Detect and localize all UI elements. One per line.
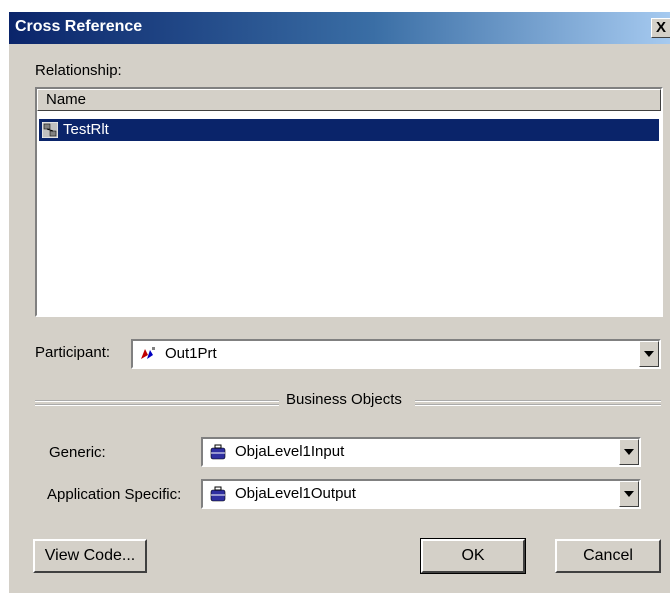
generic-label: Generic: <box>49 444 106 461</box>
business-object-icon <box>210 444 226 460</box>
application-specific-combo[interactable]: ObjaLevel1Output <box>201 479 641 509</box>
view-code-button[interactable]: View Code... <box>33 539 147 573</box>
title-bar[interactable]: Cross Reference X <box>9 12 670 44</box>
chevron-down-icon <box>624 491 634 497</box>
application-specific-label: Application Specific: <box>47 486 182 503</box>
relationship-label: Relationship: <box>35 62 122 79</box>
close-button[interactable]: X <box>651 18 670 38</box>
generic-value: ObjaLevel1Input <box>235 443 345 460</box>
generic-dropdown-button[interactable] <box>619 439 639 465</box>
participant-value: Out1Prt <box>165 345 217 362</box>
participant-dropdown-button[interactable] <box>639 341 659 367</box>
cancel-button[interactable]: Cancel <box>555 539 661 573</box>
ok-button[interactable]: OK <box>420 538 526 574</box>
participant-icon <box>141 347 155 359</box>
list-item-label: TestRlt <box>63 121 109 138</box>
window-title: Cross Reference <box>15 18 143 35</box>
business-object-icon <box>210 486 226 502</box>
application-specific-dropdown-button[interactable] <box>619 481 639 507</box>
cross-reference-dialog: Cross Reference X Relationship: Name Tes… <box>8 12 670 593</box>
relationship-icon <box>42 122 58 138</box>
business-objects-group-label: Business Objects <box>286 391 402 408</box>
group-divider-right <box>415 400 661 406</box>
participant-combo[interactable]: Out1Prt <box>131 339 661 369</box>
group-divider-left <box>35 400 279 406</box>
application-specific-value: ObjaLevel1Output <box>235 485 356 502</box>
chevron-down-icon <box>624 449 634 455</box>
column-header-name[interactable]: Name <box>37 89 661 111</box>
relationship-list[interactable]: Name TestRlt <box>35 87 663 317</box>
generic-combo[interactable]: ObjaLevel1Input <box>201 437 641 467</box>
participant-label: Participant: <box>35 344 111 361</box>
chevron-down-icon <box>644 351 654 357</box>
list-item-testrlt[interactable]: TestRlt <box>39 119 659 141</box>
